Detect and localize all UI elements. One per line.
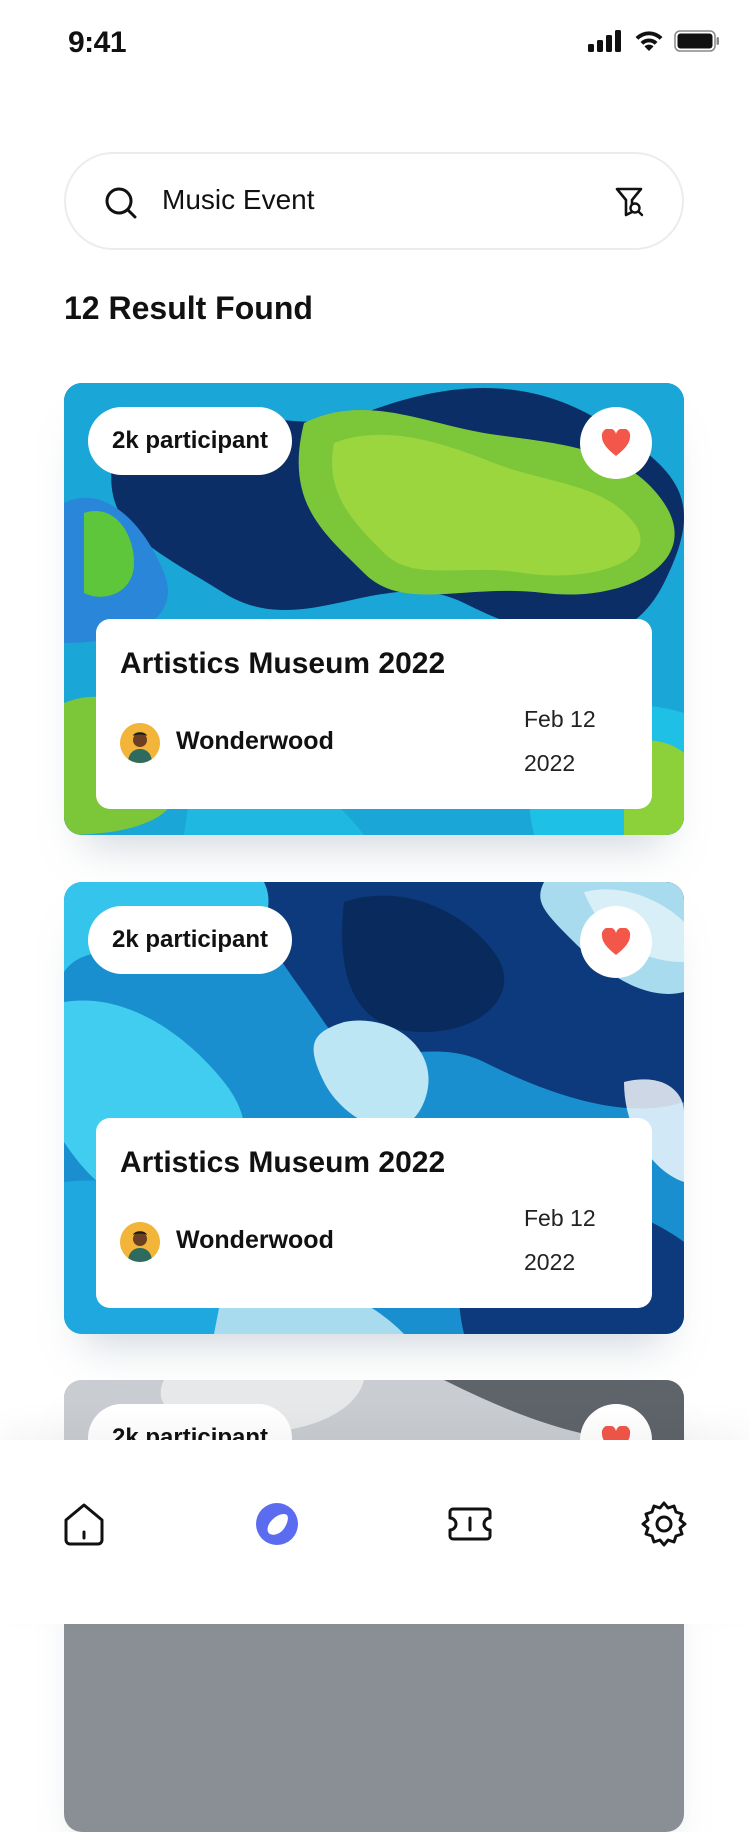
event-date-day: Feb 12: [524, 706, 596, 732]
explore-icon[interactable]: [253, 1500, 301, 1548]
organizer-name: Wonderwood: [176, 727, 334, 755]
heart-icon: [601, 429, 631, 456]
avatar: [120, 1222, 160, 1262]
signal-icon: [588, 30, 621, 52]
status-icons: [588, 30, 720, 52]
event-info-panel: Artistics Museum 2022 Wonderwood Feb 12 …: [96, 619, 652, 809]
event-date-day: Feb 12: [524, 1205, 596, 1231]
status-bar: 9:41: [0, 0, 750, 95]
wifi-icon: [635, 31, 663, 51]
organizer-name: Wonderwood: [176, 1226, 334, 1254]
favorite-button[interactable]: [580, 906, 652, 978]
event-info-panel: Artistics Museum 2022 Wonderwood Feb 12 …: [96, 1118, 652, 1308]
event-card[interactable]: 2k participant Artistics Museum 2022 Won…: [64, 882, 684, 1334]
home-icon[interactable]: [60, 1500, 108, 1548]
event-date: Feb 12 2022: [524, 697, 604, 785]
avatar: [120, 723, 160, 763]
results-count-title: 12 Result Found: [64, 290, 313, 326]
favorite-button[interactable]: [580, 407, 652, 479]
settings-icon[interactable]: [640, 1500, 688, 1548]
heart-icon: [601, 928, 631, 955]
event-card[interactable]: 2k participant Artistics Museum 2022 Won…: [64, 383, 684, 835]
filter-icon[interactable]: [614, 186, 644, 218]
event-title: Artistics Museum 2022: [120, 647, 446, 680]
ticket-icon[interactable]: [446, 1500, 494, 1548]
event-date: Feb 12 2022: [524, 1196, 604, 1284]
bottom-tab-bar: [0, 1440, 750, 1624]
event-date-year: 2022: [524, 1249, 576, 1275]
search-input[interactable]: Music Event: [162, 184, 315, 216]
search-bar[interactable]: Music Event: [64, 152, 684, 250]
participants-badge: 2k participant: [88, 407, 293, 475]
battery-icon: [674, 30, 719, 52]
event-date-year: 2022: [524, 750, 576, 776]
status-time: 9:41: [68, 26, 127, 59]
participants-badge: 2k participant: [88, 906, 293, 974]
event-title: Artistics Museum 2022: [120, 1146, 446, 1179]
search-icon: [105, 187, 137, 219]
